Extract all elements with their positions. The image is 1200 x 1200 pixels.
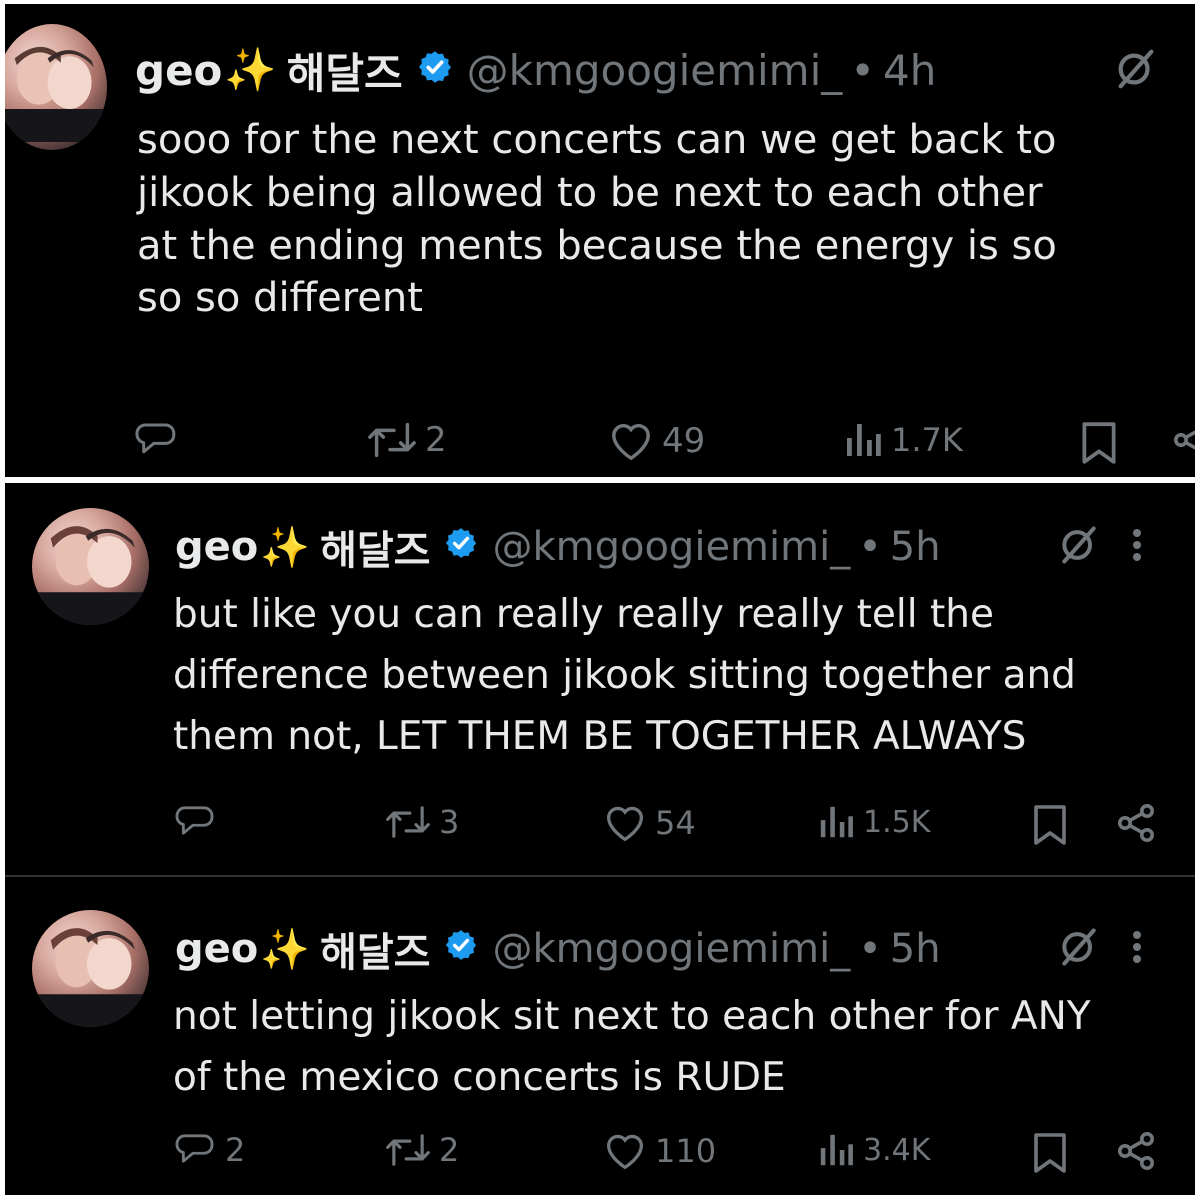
korean-name[interactable]: 해달즈 — [320, 518, 430, 576]
verified-badge-icon[interactable] — [444, 926, 478, 972]
verified-badge-icon[interactable] — [417, 46, 453, 95]
reply-icon — [135, 420, 179, 460]
views-count: 3.4K — [863, 1132, 931, 1168]
reply-icon — [175, 803, 217, 841]
views-button[interactable]: 1.7K — [843, 420, 963, 460]
avatar-photo — [32, 526, 149, 625]
action-bar: 2 2 110 3.4K — [5, 1131, 1195, 1179]
tweet[interactable]: geo ✨ 해달즈 @kmgoogiemimi_ • 5h but like y… — [5, 483, 1195, 875]
tweet-text: sooo for the next concerts can we get ba… — [137, 117, 1057, 322]
views-count: 1.7K — [891, 421, 963, 459]
separator-dot: • — [850, 45, 876, 95]
views-icon — [843, 420, 883, 460]
repost-button[interactable]: 3 — [385, 803, 459, 841]
views-button[interactable]: 1.5K — [817, 803, 930, 841]
verified-badge-icon[interactable] — [444, 524, 478, 570]
display-name[interactable]: geo — [175, 926, 258, 972]
reply-button[interactable]: 2 — [175, 1131, 245, 1169]
share-button[interactable] — [1117, 803, 1157, 843]
repost-count: 2 — [439, 1131, 460, 1169]
share-icon — [1173, 420, 1195, 460]
like-count: 49 — [662, 421, 706, 461]
repost-count: 2 — [425, 420, 447, 460]
views-icon — [817, 803, 855, 841]
more-icon[interactable] — [1131, 929, 1143, 969]
repost-icon — [385, 1131, 431, 1169]
repost-count: 3 — [439, 803, 460, 841]
repost-button[interactable]: 2 — [385, 1131, 459, 1169]
reply-icon — [175, 1131, 217, 1169]
tweet[interactable]: geo ✨ 해달즈 @kmgoogiemimi_ • 4h sooo for t… — [5, 4, 1195, 477]
header-actions — [1113, 46, 1159, 96]
bookmark-button[interactable] — [1031, 1131, 1069, 1175]
reply-count: 2 — [225, 1131, 246, 1169]
more-icon[interactable] — [1131, 527, 1143, 567]
like-count: 110 — [655, 1132, 717, 1170]
tweet-text: not letting jikook sit next to each othe… — [173, 994, 1091, 1100]
header-actions — [1057, 925, 1143, 973]
grok-icon[interactable] — [1113, 46, 1159, 96]
korean-name[interactable]: 해달즈 — [287, 40, 403, 101]
views-count: 1.5K — [863, 804, 931, 840]
display-name[interactable]: geo — [135, 46, 222, 95]
header-actions — [1057, 523, 1143, 571]
separator-dot: • — [858, 926, 882, 972]
tweet[interactable]: geo ✨ 해달즈 @kmgoogiemimi_ • 5h not lettin… — [5, 877, 1195, 1195]
share-button[interactable] — [1117, 1131, 1157, 1171]
repost-button[interactable]: 2 — [367, 420, 447, 460]
tweet-header: geo ✨ 해달즈 @kmgoogiemimi_ • 5h — [175, 519, 941, 575]
bookmark-icon — [1079, 420, 1119, 466]
like-icon — [603, 803, 647, 843]
tweet-text: but like you can really really really te… — [173, 592, 1076, 759]
grok-icon[interactable] — [1057, 925, 1101, 973]
share-icon — [1117, 803, 1157, 843]
sparkle-emoji: ✨ — [260, 926, 311, 973]
share-button[interactable] — [1173, 420, 1195, 460]
share-icon — [1117, 1131, 1157, 1171]
timestamp[interactable]: 4h — [883, 46, 936, 95]
avatar[interactable] — [32, 910, 149, 1027]
avatar[interactable] — [32, 508, 149, 625]
screenshot-panel-2: geo ✨ 해달즈 @kmgoogiemimi_ • 5h but like y… — [5, 483, 1195, 1195]
tweet-header: geo ✨ 해달즈 @kmgoogiemimi_ • 4h — [135, 42, 936, 98]
reply-button[interactable] — [135, 420, 187, 460]
handle[interactable]: @kmgoogiemimi_ — [492, 524, 850, 570]
repost-icon — [367, 420, 417, 460]
action-bar: 3 54 1.5K — [5, 803, 1195, 851]
sparkle-emoji: ✨ — [224, 45, 277, 94]
sparkle-emoji: ✨ — [260, 524, 311, 571]
bookmark-button[interactable] — [1079, 420, 1119, 466]
bookmark-icon — [1031, 803, 1069, 847]
grok-icon[interactable] — [1057, 523, 1101, 571]
screenshot-panel-1: geo ✨ 해달즈 @kmgoogiemimi_ • 4h sooo for t… — [5, 4, 1195, 477]
display-name[interactable]: geo — [175, 524, 258, 570]
timestamp[interactable]: 5h — [890, 524, 941, 570]
handle[interactable]: @kmgoogiemimi_ — [467, 46, 843, 95]
like-icon — [608, 420, 654, 462]
separator-dot: • — [858, 524, 882, 570]
like-button[interactable]: 49 — [608, 420, 705, 462]
like-icon — [603, 1131, 647, 1171]
avatar[interactable] — [5, 24, 107, 150]
bookmark-icon — [1031, 1131, 1069, 1175]
like-count: 54 — [655, 804, 696, 842]
avatar-photo — [32, 928, 149, 1027]
like-button[interactable]: 110 — [603, 1131, 716, 1171]
like-button[interactable]: 54 — [603, 803, 696, 843]
avatar-photo — [5, 46, 107, 142]
timestamp[interactable]: 5h — [890, 926, 941, 972]
views-icon — [817, 1131, 855, 1169]
action-bar: 2 49 1.7K — [5, 420, 1195, 468]
bookmark-button[interactable] — [1031, 803, 1069, 847]
repost-icon — [385, 803, 431, 841]
handle[interactable]: @kmgoogiemimi_ — [492, 926, 850, 972]
reply-button[interactable] — [175, 803, 225, 841]
views-button[interactable]: 3.4K — [817, 1131, 930, 1169]
korean-name[interactable]: 해달즈 — [320, 920, 430, 978]
tweet-header: geo ✨ 해달즈 @kmgoogiemimi_ • 5h — [175, 921, 941, 977]
